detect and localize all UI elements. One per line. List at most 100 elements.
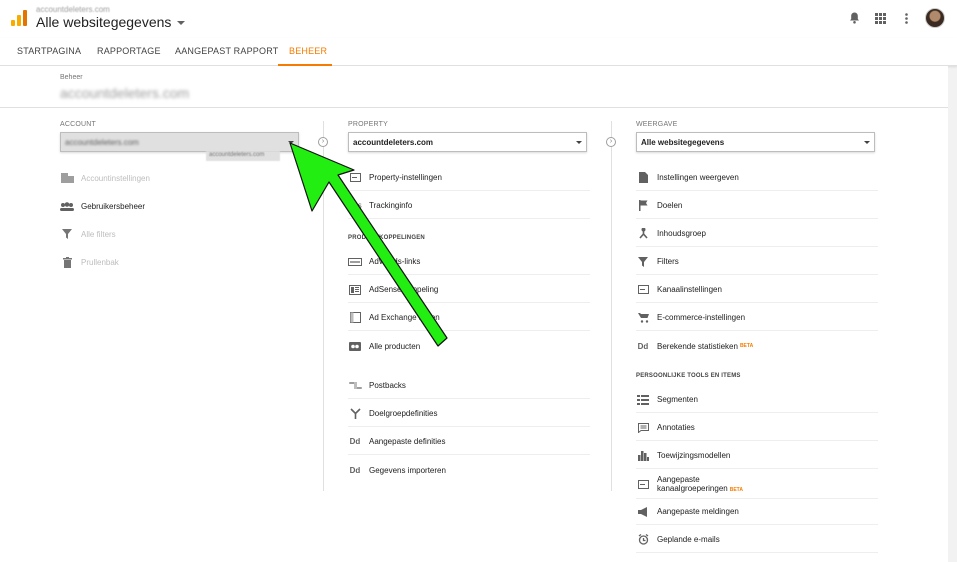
adwords-icon xyxy=(348,257,362,267)
dropdown-arrow-icon xyxy=(864,141,870,144)
property-selector[interactable]: accountdeleters.com xyxy=(348,132,587,152)
menu-item-label: Gegevens importeren xyxy=(369,465,446,475)
custom-channel-groupings-item[interactable]: Aangepaste kanaalgroeperingen BETA xyxy=(636,471,878,499)
menu-item-label: Doelen xyxy=(657,201,683,210)
sidebar-item-gebruikersbeheer[interactable]: Gebruikersbeheer xyxy=(60,193,300,219)
analytics-logo-icon[interactable] xyxy=(11,10,27,26)
calculated-metrics-item[interactable]: Dd Berekende statistieken BETA xyxy=(636,333,878,359)
menu-item-label: E-commerce-instellingen xyxy=(657,313,746,322)
menu-item-label: Aangepaste xyxy=(657,474,700,484)
menu-item-label: Ad Exchange linken xyxy=(369,313,440,322)
menu-item-label: Doelgroepdefinities xyxy=(369,409,438,418)
sidebar-item-alle-filters[interactable]: Alle filters xyxy=(60,221,300,247)
menu-item-label: Alle producten xyxy=(369,341,421,351)
dd-icon: Dd xyxy=(349,437,361,446)
sidebar-item-prullenbak[interactable]: Prullenbak xyxy=(60,249,300,275)
view-selector-dropdown[interactable]: Alle websitegegevens xyxy=(636,132,875,152)
account-selected-value: accountdeleters.com xyxy=(65,138,139,147)
menu-item-label: Postbacks xyxy=(369,381,406,390)
tab-aangepast-rapport[interactable]: AANGEPAST RAPPORT xyxy=(175,46,278,56)
menu-item-label: Property-instellingen xyxy=(369,173,442,182)
beta-badge: BETA xyxy=(739,343,754,349)
breadcrumb: Beheer xyxy=(60,74,83,81)
dropdown-arrow-icon xyxy=(576,141,582,144)
apps-grid-icon[interactable] xyxy=(873,11,887,25)
tab-beheer[interactable]: BEHEER xyxy=(289,46,327,56)
bar-chart-icon xyxy=(636,450,650,461)
tracking-info-item[interactable]: .js Trackinginfo xyxy=(348,193,590,219)
channel-settings-item[interactable]: Kanaalinstellingen xyxy=(636,277,878,303)
account-column-label: ACCOUNT xyxy=(60,121,97,128)
document-icon xyxy=(636,172,650,183)
sidebar-item-label: Prullenbak xyxy=(81,257,119,267)
postbacks-item[interactable]: Postbacks xyxy=(348,373,590,399)
admin-header: Beheer accountdeleters.com xyxy=(0,66,948,108)
avatar[interactable] xyxy=(925,8,945,28)
section-heading: PERSOONLIJKE TOOLS EN ITEMS xyxy=(636,373,741,379)
goals-item[interactable]: Doelen xyxy=(636,193,878,219)
property-settings-item[interactable]: Property-instellingen xyxy=(348,165,590,191)
view-settings-item[interactable]: Instellingen weergeven xyxy=(636,165,878,191)
segments-item[interactable]: Segmenten xyxy=(636,387,878,413)
adsense-link-item[interactable]: AdSense-koppeling xyxy=(348,277,590,303)
comment-icon xyxy=(636,422,650,433)
arrow-right-icon: › xyxy=(606,137,616,147)
scheduled-emails-item[interactable]: Geplande e-mails xyxy=(636,527,878,553)
account-name-small: accountdeleters.com xyxy=(36,5,110,14)
menu-item-label: Berekende statistieken xyxy=(657,341,738,351)
custom-definitions-item[interactable]: Dd Aangepaste definities xyxy=(348,429,590,455)
menu-item-label: Trackinginfo xyxy=(369,201,413,210)
settings-box-icon xyxy=(636,480,650,490)
segments-icon xyxy=(636,394,650,405)
adwords-links-item[interactable]: AdWords-links xyxy=(348,249,590,275)
account-selector[interactable]: accountdeleters.com xyxy=(60,132,299,152)
content-grouping-item[interactable]: Inhoudsgroep xyxy=(636,221,878,247)
menu-item-label-line2: kanaalgroeperingen xyxy=(657,483,728,493)
dd-icon: Dd xyxy=(349,465,361,475)
menu-item-label: AdSense-koppeling xyxy=(369,285,439,294)
menu-item-label: Aangepaste meldingen xyxy=(657,507,739,516)
attribution-models-item[interactable]: Toewijzingsmodellen xyxy=(636,443,878,469)
adsense-icon xyxy=(348,284,362,295)
filter-icon xyxy=(60,229,74,239)
filter-icon xyxy=(636,256,650,267)
property-column-label: PROPERTY xyxy=(348,121,388,128)
view-selector[interactable]: Alle websitegegevens xyxy=(36,14,186,30)
flag-icon xyxy=(636,200,650,211)
menu-item-label: Kanaalinstellingen xyxy=(657,285,722,294)
postbacks-icon xyxy=(348,381,362,391)
person-walk-icon xyxy=(636,228,650,239)
megaphone-icon xyxy=(636,506,650,517)
top-bar: accountdeleters.com Alle websitegegevens xyxy=(0,0,957,38)
audience-definitions-item[interactable]: Doelgroepdefinities xyxy=(348,401,590,427)
tab-startpagina[interactable]: STARTPAGINA xyxy=(17,46,81,56)
menu-item-label: Toewijzingsmodellen xyxy=(657,451,731,460)
custom-alerts-item[interactable]: Aangepaste meldingen xyxy=(636,499,878,525)
products-icon xyxy=(348,341,362,351)
sidebar-item-accountinstellingen[interactable]: Accountinstellingen xyxy=(60,165,300,191)
tab-rapportage[interactable]: RAPPORTAGE xyxy=(97,46,161,56)
arrow-right-icon: › xyxy=(318,137,328,147)
page-title: accountdeleters.com xyxy=(60,85,190,101)
menu-item-label: Filters xyxy=(657,257,679,266)
alarm-clock-icon xyxy=(636,534,650,545)
column-divider xyxy=(611,121,612,491)
ecommerce-settings-item[interactable]: E-commerce-instellingen xyxy=(636,305,878,331)
bell-icon[interactable] xyxy=(847,11,861,25)
view-selected-value: Alle websitegegevens xyxy=(641,138,725,147)
data-import-item[interactable]: Dd Gegevens importeren xyxy=(348,457,590,483)
ad-exchange-item[interactable]: Ad Exchange linken xyxy=(348,305,590,331)
annotations-item[interactable]: Annotaties xyxy=(636,415,878,441)
menu-item-label: Aangepaste definities xyxy=(369,437,446,446)
js-icon: .js xyxy=(347,201,363,210)
all-products-item[interactable]: Alle producten xyxy=(348,333,590,359)
more-vert-icon[interactable] xyxy=(899,11,913,25)
filters-item[interactable]: Filters xyxy=(636,249,878,275)
menu-item-label: Inhoudsgroep xyxy=(657,229,706,238)
beta-badge: BETA xyxy=(729,486,743,493)
menu-item-label: Annotaties xyxy=(657,423,695,432)
view-column-label: WEERGAVE xyxy=(636,121,678,128)
view-title: Alle websitegegevens xyxy=(36,14,172,30)
chevron-down-icon xyxy=(177,21,186,26)
menu-item-label: AdWords-links xyxy=(369,257,421,266)
